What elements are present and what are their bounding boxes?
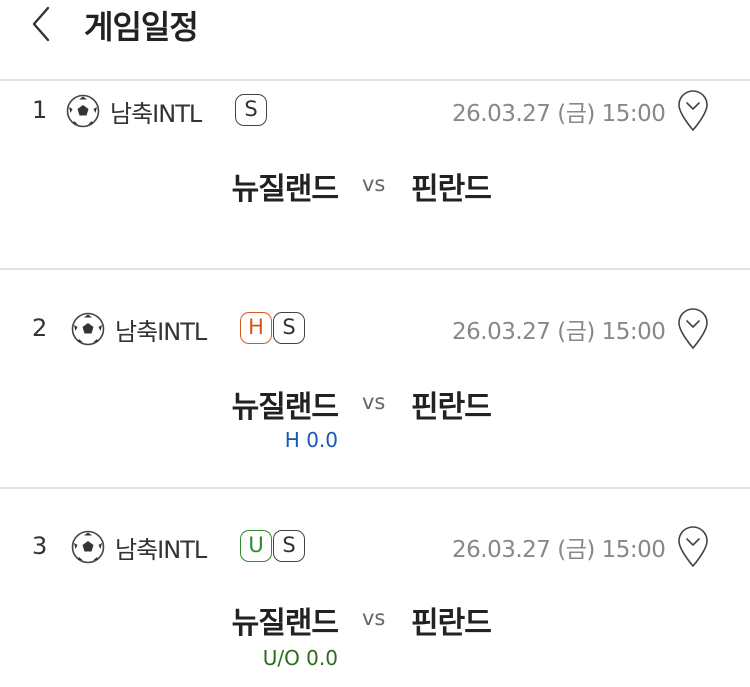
back-button[interactable] xyxy=(26,4,62,44)
match-number: 2 xyxy=(32,314,48,342)
home-team: 뉴질랜드 xyxy=(231,172,339,207)
bet-type-badges: U S xyxy=(240,530,306,562)
league-name: 남축INTL xyxy=(115,536,207,564)
away-team: 핀란드 xyxy=(411,390,492,425)
bet-type-badges: S xyxy=(235,94,268,126)
teams-row: 뉴질랜드 vs 핀란드 xyxy=(0,382,750,425)
location-button[interactable] xyxy=(676,88,710,132)
handicap-value: H 0.0 xyxy=(284,428,338,452)
map-pin-icon xyxy=(678,90,708,132)
match-number: 3 xyxy=(32,532,48,560)
match-info-row: 3 남축INTL U S 26.03.27 (금) 15:00 xyxy=(0,524,750,574)
match-info-row: 1 남축INTL S 26.03.27 (금) 15:00 xyxy=(0,88,750,138)
divider xyxy=(0,79,750,81)
match-datetime: 26.03.27 (금) 15:00 xyxy=(452,101,666,127)
chevron-left-icon xyxy=(32,6,50,42)
soccer-ball-icon xyxy=(66,94,100,128)
match-datetime: 26.03.27 (금) 15:00 xyxy=(452,537,666,563)
location-button[interactable] xyxy=(676,524,710,568)
special-badge: S xyxy=(273,312,305,344)
home-team: 뉴질랜드 xyxy=(231,390,339,425)
match-number: 1 xyxy=(32,96,48,124)
match-item-2[interactable]: 2 남축INTL H S 26.03.27 (금) 15:00 뉴질랜드 vs … xyxy=(0,306,750,486)
page-title: 게임일정 xyxy=(84,8,199,46)
teams-row: 뉴질랜드 vs 핀란드 xyxy=(0,164,750,207)
match-datetime: 26.03.27 (금) 15:00 xyxy=(452,319,666,345)
match-item-1[interactable]: 1 남축INTL S 26.03.27 (금) 15:00 뉴질랜드 vs 핀란… xyxy=(0,88,750,268)
soccer-ball-icon xyxy=(71,530,105,564)
bet-type-badges: H S xyxy=(240,312,306,344)
divider xyxy=(0,268,750,270)
under-over-badge: U xyxy=(240,530,272,562)
handicap-badge: H xyxy=(240,312,272,344)
special-badge: S xyxy=(273,530,305,562)
away-team: 핀란드 xyxy=(411,172,492,207)
away-team: 핀란드 xyxy=(411,606,492,641)
teams-row: 뉴질랜드 vs 핀란드 xyxy=(0,598,750,641)
special-badge: S xyxy=(235,94,267,126)
match-item-3[interactable]: 3 남축INTL U S 26.03.27 (금) 15:00 뉴질랜드 vs … xyxy=(0,524,750,687)
divider xyxy=(0,487,750,489)
over-under-value: U/O 0.0 xyxy=(262,646,338,670)
match-info-row: 2 남축INTL H S 26.03.27 (금) 15:00 xyxy=(0,306,750,356)
vs-label: vs xyxy=(362,390,386,414)
home-team: 뉴질랜드 xyxy=(231,606,339,641)
header: 게임일정 xyxy=(0,0,750,80)
map-pin-icon xyxy=(678,308,708,350)
soccer-ball-icon xyxy=(71,312,105,346)
league-name: 남축INTL xyxy=(115,318,207,346)
location-button[interactable] xyxy=(676,306,710,350)
map-pin-icon xyxy=(678,526,708,568)
vs-label: vs xyxy=(362,172,386,196)
vs-label: vs xyxy=(362,606,386,630)
league-name: 남축INTL xyxy=(110,100,202,128)
